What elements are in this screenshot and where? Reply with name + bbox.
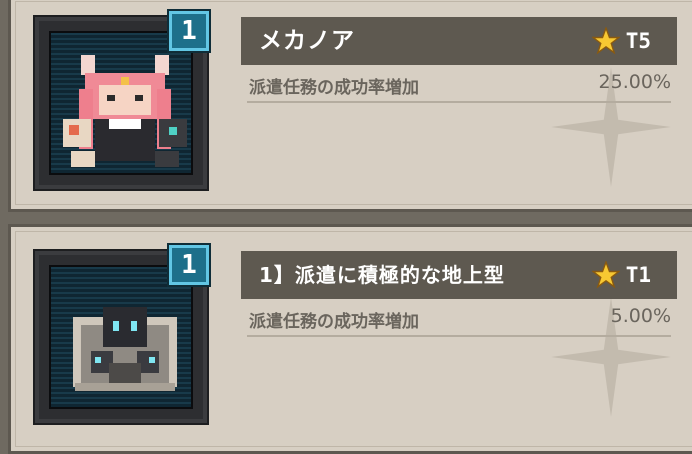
- tier-label: T1: [625, 263, 651, 287]
- effect-label: 派遣任務の成功率増加: [249, 312, 419, 332]
- tier-label: T5: [625, 29, 651, 53]
- effect-row: 派遣任務の成功率増加 25.00%: [247, 71, 671, 103]
- name-bar: メカノア T5: [241, 17, 677, 65]
- effect-value: 5.00%: [610, 305, 671, 327]
- pixel-character-sprite: [63, 55, 187, 167]
- effect-row: 派遣任務の成功率増加 5.00%: [247, 305, 671, 337]
- portrait-screen: [49, 265, 193, 409]
- tier-indicator: T5: [591, 17, 651, 65]
- member-card-1[interactable]: 1 メカノア T5 派遣任務の成功率増加 25.00%: [8, 0, 692, 212]
- star-icon: [591, 27, 620, 55]
- pixel-robot-sprite: [73, 307, 177, 391]
- effect-value: 25.00%: [598, 71, 671, 93]
- member-name: 1】派遣に積極的な地上型: [259, 263, 505, 287]
- portrait-screen: [49, 31, 193, 175]
- level-badge: 1: [169, 245, 209, 285]
- member-card-2[interactable]: 1 1】派遣に積極的な地上型 T1 派遣任務の成功率増加 5.00%: [8, 224, 692, 454]
- level-badge: 1: [169, 11, 209, 51]
- tier-indicator: T1: [591, 251, 651, 299]
- member-name: メカノア: [259, 28, 355, 54]
- effect-label: 派遣任務の成功率増加: [249, 78, 419, 98]
- star-icon: [591, 261, 620, 289]
- name-bar: 1】派遣に積極的な地上型 T1: [241, 251, 677, 299]
